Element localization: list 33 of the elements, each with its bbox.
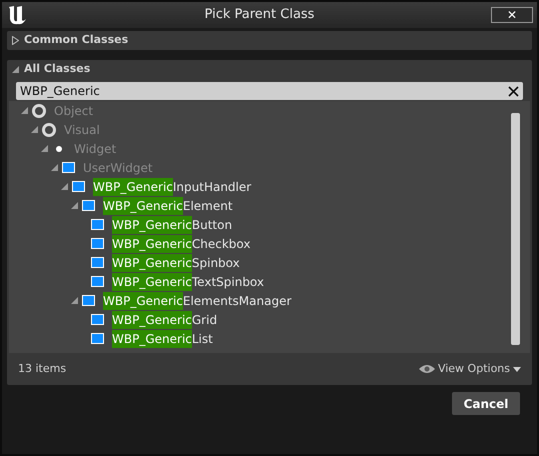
square-icon [91,238,104,249]
section-title: All Classes [24,61,90,78]
scrollbar[interactable] [511,113,520,345]
common-classes-header[interactable]: Common Classes [7,31,532,50]
logo-icon [6,4,28,26]
collapse-arrow-icon[interactable] [71,297,78,304]
search-field[interactable]: WBP_Generic [16,82,523,100]
window-title: Pick Parent Class [204,6,316,24]
square-icon [91,314,104,325]
collapse-arrow-icon[interactable] [51,164,58,171]
clear-icon[interactable] [508,86,519,96]
expand-arrow-icon[interactable] [12,36,19,45]
collapse-arrow-icon[interactable] [12,66,19,73]
collapse-arrow-icon[interactable] [61,183,68,190]
caret-icon [513,366,521,372]
square-icon [91,257,104,268]
collapse-arrow-icon[interactable] [21,107,28,114]
square-icon [91,219,104,230]
eye-icon [418,364,435,374]
square-icon [72,181,85,192]
cancel-button[interactable]: Cancel [452,392,520,415]
square-icon [82,200,95,211]
collapse-arrow-icon[interactable] [71,202,78,209]
collapse-arrow-icon[interactable] [31,126,38,133]
view-options-button[interactable]: View Options [418,360,521,378]
item-count: 13 items [18,360,66,377]
square-icon [62,162,75,173]
tree-item[interactable]: WBP_GenericElementsManager [103,292,292,310]
square-icon [91,276,104,287]
square-icon [91,333,104,344]
close-button[interactable]: ✕ [491,7,533,23]
collapse-arrow-icon[interactable] [41,145,48,152]
square-icon [82,295,95,306]
